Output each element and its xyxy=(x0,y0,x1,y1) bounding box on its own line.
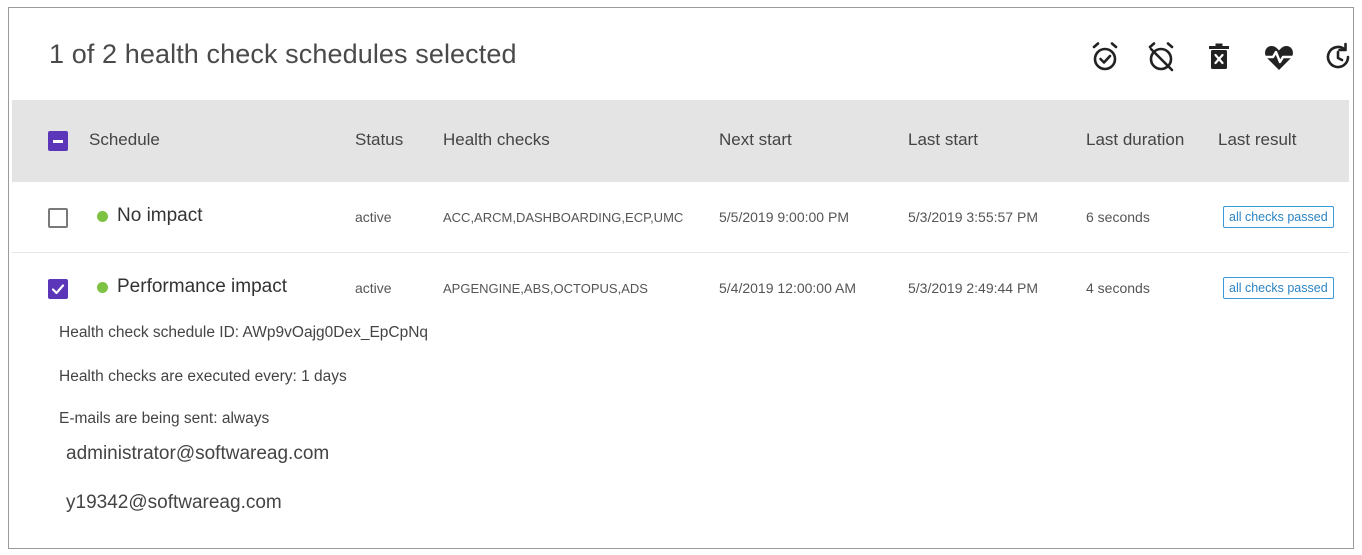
emails-sent-text: E-mails are being sent: always xyxy=(59,410,270,427)
health-check-schedules-panel: 1 of 2 health check schedules selected S… xyxy=(8,7,1354,549)
delete-icon[interactable] xyxy=(1202,40,1236,74)
schedule-name[interactable]: No impact xyxy=(117,205,203,227)
result-badge: all checks passed xyxy=(1223,277,1334,299)
last-start-cell: 5/3/2019 2:49:44 PM xyxy=(908,280,1038,296)
page-title: 1 of 2 health check schedules selected xyxy=(49,39,517,69)
refresh-icon[interactable] xyxy=(1321,40,1353,74)
row-checkbox[interactable] xyxy=(48,208,68,228)
schedule-id-text: Health check schedule ID: AWp9vOajg0Dex_… xyxy=(59,324,429,341)
column-header-schedule[interactable]: Schedule xyxy=(89,130,160,150)
column-header-last-result[interactable]: Last result xyxy=(1218,130,1296,150)
row-checkbox[interactable] xyxy=(48,279,68,299)
status-cell: active xyxy=(355,209,392,225)
panel-header: 1 of 2 health check schedules selected xyxy=(9,8,1353,100)
alarm-off-icon[interactable] xyxy=(1144,40,1178,74)
alarm-on-icon[interactable] xyxy=(1088,40,1122,74)
next-start-cell: 5/5/2019 9:00:00 PM xyxy=(719,209,849,225)
result-badge: all checks passed xyxy=(1223,206,1334,228)
recipient-email: administrator@softwareag.com xyxy=(66,443,330,464)
last-duration-cell: 6 seconds xyxy=(1086,209,1150,225)
status-dot xyxy=(97,211,108,222)
health-check-icon[interactable] xyxy=(1262,40,1296,74)
interval-text: Health checks are executed every: 1 days xyxy=(59,368,347,385)
column-header-last-start[interactable]: Last start xyxy=(908,130,978,150)
column-header-last-duration[interactable]: Last duration xyxy=(1086,130,1184,150)
select-all-checkbox[interactable] xyxy=(48,131,68,151)
column-header-next-start[interactable]: Next start xyxy=(719,130,792,150)
next-start-cell: 5/4/2019 12:00:00 AM xyxy=(719,280,856,296)
health-checks-cell: ACC,ARCM,DASHBOARDING,ECP,UMC xyxy=(443,210,684,225)
table-row[interactable]: No impact active ACC,ARCM,DASHBOARDING,E… xyxy=(12,182,1349,253)
health-checks-cell: APGENGINE,ABS,OCTOPUS,ADS xyxy=(443,281,648,296)
last-start-cell: 5/3/2019 3:55:57 PM xyxy=(908,209,1038,225)
column-header-status[interactable]: Status xyxy=(355,130,403,150)
schedule-name[interactable]: Performance impact xyxy=(117,276,287,298)
table-header: Schedule Status Health checks Next start… xyxy=(12,100,1349,182)
status-cell: active xyxy=(355,280,392,296)
status-dot xyxy=(97,282,108,293)
table-row[interactable]: Performance impact active APGENGINE,ABS,… xyxy=(12,253,1349,323)
recipient-email: y19342@softwareag.com xyxy=(66,492,282,513)
last-duration-cell: 4 seconds xyxy=(1086,280,1150,296)
column-header-health-checks[interactable]: Health checks xyxy=(443,130,550,150)
